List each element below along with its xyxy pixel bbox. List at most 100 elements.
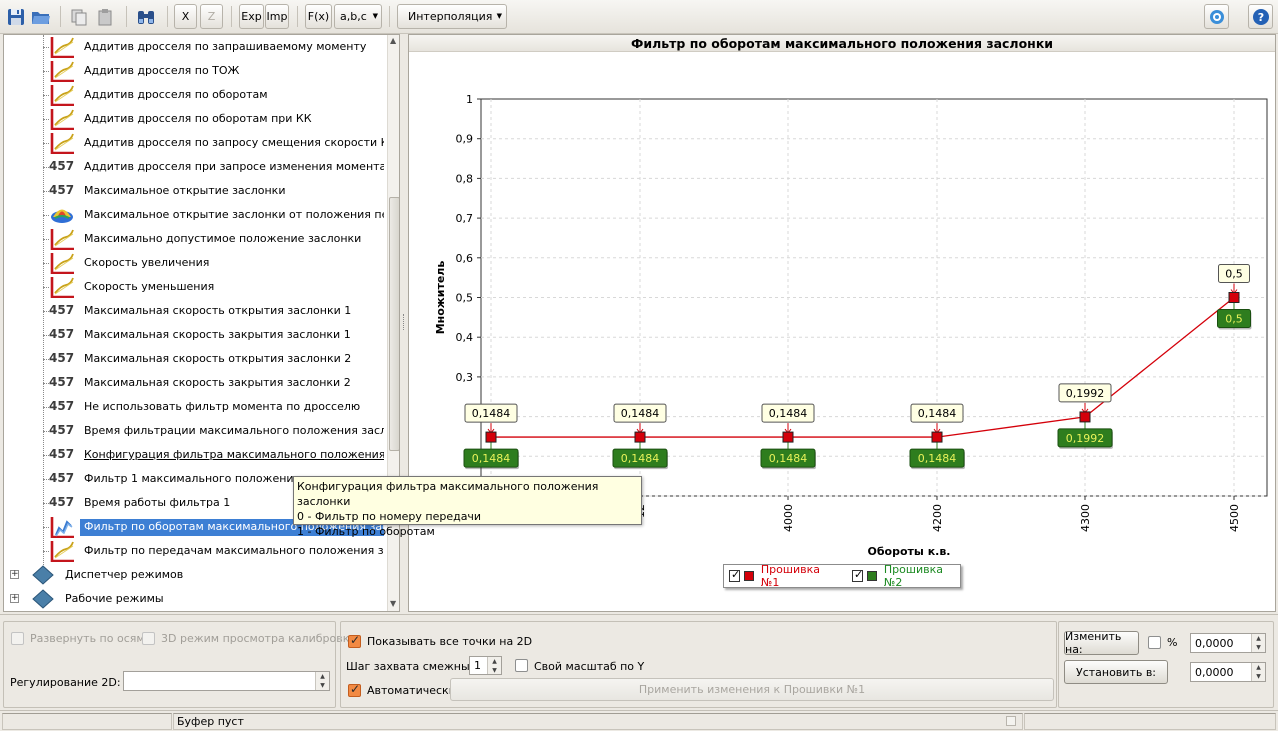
show-all-points-checkbox[interactable]	[348, 633, 361, 648]
set-to-button[interactable]: Установить в:	[1064, 660, 1168, 684]
tree-item[interactable]: 457 Максимальная скорость закрытия заслон…	[4, 371, 384, 395]
tree-item-label: Фильтр по передачам максимального положе…	[84, 544, 384, 557]
open-folder-icon[interactable]	[29, 4, 53, 29]
series1-legend-marker	[744, 571, 754, 581]
interpolation-dropdown[interactable]: Интерполяция ▼	[397, 4, 507, 29]
chevron-down-icon: ▼	[372, 12, 378, 20]
y-tick-label: 0,3	[456, 371, 474, 384]
z-axis-button[interactable]: Z	[200, 4, 223, 29]
tree-item[interactable]: 457 Не использовать фильтр момента по дро…	[4, 395, 384, 419]
diamond-icon	[32, 565, 54, 585]
change-value-spinner[interactable]: 0,0000 ▲ ▼	[1190, 633, 1266, 653]
save-icon[interactable]	[4, 4, 28, 29]
series2-data-label: 0,1484	[918, 452, 957, 465]
series1-data-label: 0,1484	[918, 407, 957, 420]
bottom-panel: Развернуть по осям 3D режим просмотра ка…	[0, 614, 1278, 709]
curve-icon	[50, 277, 74, 298]
curve-icon	[50, 109, 74, 130]
expand-icon[interactable]: +	[10, 570, 19, 579]
value-edit-group: Изменить на: % 0,0000 ▲ ▼ Установить в: 0…	[1058, 621, 1274, 708]
tree-item[interactable]: Аддитив дросселя по запрашиваемому момен…	[4, 35, 384, 59]
series2-data-label: 0,1992	[1066, 432, 1105, 445]
scroll-down-icon[interactable]: ▼	[390, 599, 396, 608]
chart-title-bar: Фильтр по оборотам максимального положен…	[409, 35, 1275, 52]
tree-item[interactable]: Аддитив дросселя по ТОЖ	[4, 59, 384, 83]
series2-visibility-checkbox[interactable]	[852, 568, 864, 582]
constant-icon: 457	[49, 495, 75, 509]
function-button[interactable]: F(x)	[305, 4, 332, 29]
tree-item-label: Аддитив дросселя по запрашиваемому момен…	[84, 40, 367, 53]
tree-item[interactable]: 457 Время фильтрации максимального положе…	[4, 419, 384, 443]
status-bar: Буфер пуст	[0, 710, 1278, 731]
chart-title: Фильтр по оборотам максимального положен…	[630, 36, 1054, 51]
constant-icon: 457	[49, 423, 75, 437]
tree-item-label: Не использовать фильтр момента по дроссе…	[84, 400, 361, 413]
tree-item[interactable]: 457 Конфигурация фильтра максимального по…	[4, 443, 384, 467]
own-scale-y-checkbox[interactable]	[515, 659, 528, 672]
chevron-down-icon: ▼	[496, 12, 502, 20]
series1-data-label: 0,1992	[1066, 387, 1105, 400]
y-tick-label: 0,5	[456, 292, 474, 305]
constant-icon: 457	[49, 351, 75, 365]
series1-visibility-checkbox[interactable]	[729, 568, 741, 582]
tree-item-label: Время фильтрации максимального положения…	[84, 424, 384, 437]
tree-item-label: Аддитив дросселя по ТОЖ	[84, 64, 240, 77]
mode-3d-checkbox[interactable]	[142, 632, 155, 645]
export-button[interactable]: Exp	[239, 4, 264, 29]
svg-text:?: ?	[1257, 11, 1263, 24]
constant-icon: 457	[49, 327, 75, 341]
tree-item[interactable]: 457 Максимальное открытие заслонки	[4, 179, 384, 203]
snap-step-spinner[interactable]: 1 ▲ ▼	[469, 656, 502, 675]
spinner-arrows-icon[interactable]: ▲ ▼	[315, 672, 329, 690]
x-axis-button[interactable]: X	[174, 4, 197, 29]
tree-item[interactable]: Аддитив дросселя по оборотам	[4, 83, 384, 107]
series2-data-label: 0,1484	[621, 452, 660, 465]
tree-item[interactable]: 457 Максимальная скорость открытия заслон…	[4, 347, 384, 371]
expand-icon[interactable]: +	[10, 594, 19, 603]
curve-icon	[50, 541, 74, 562]
y-tick-label: 0,4	[456, 331, 474, 344]
tree-item-label: Конфигурация фильтра максимального полож…	[84, 448, 384, 461]
regulation-2d-select[interactable]: ▲ ▼	[123, 671, 330, 691]
apply-changes-button[interactable]: Применить изменения к Прошивки №1	[450, 678, 1054, 701]
tree-item[interactable]: Скорость уменьшения	[4, 275, 384, 299]
scroll-up-icon[interactable]: ▲	[390, 36, 396, 45]
tree-item[interactable]: Максимально допустимое положение заслонк…	[4, 227, 384, 251]
tree-item[interactable]: 457 Аддитив дросселя при запросе изменени…	[4, 155, 384, 179]
spinner-arrows-icon[interactable]: ▲ ▼	[1251, 663, 1265, 681]
import-button[interactable]: Imp	[265, 4, 289, 29]
tree-item[interactable]: Максимальное открытие заслонки от положе…	[4, 203, 384, 227]
expand-axes-checkbox[interactable]	[11, 632, 24, 645]
percent-checkbox[interactable]	[1148, 636, 1161, 649]
set-value-spinner[interactable]: 0,0000 ▲ ▼	[1190, 662, 1266, 682]
tree-item[interactable]: Аддитив дросселя по оборотам при КК	[4, 107, 384, 131]
curve-icon	[50, 37, 74, 58]
tree-item-label: Максимальное открытие заслонки	[84, 184, 286, 197]
binoculars-icon[interactable]	[134, 4, 158, 29]
constant-icon: 457	[49, 159, 75, 173]
series1-point	[1079, 411, 1091, 423]
x-tick-label: 4000	[782, 504, 795, 532]
help-icon[interactable]: ?	[1248, 4, 1273, 29]
abc-dropdown[interactable]: a,b,c ▼	[334, 4, 382, 29]
tree-item[interactable]: 457 Максимальная скорость закрытия заслон…	[4, 323, 384, 347]
tree-item[interactable]: Скорость увеличения	[4, 251, 384, 275]
auto-apply-checkbox[interactable]	[348, 682, 361, 697]
tree-category-work-modes[interactable]: + Рабочие режимы	[4, 587, 384, 611]
scroll-thumb[interactable]	[389, 197, 399, 451]
tree-item[interactable]: Аддитив дросселя по запросу смещения ско…	[4, 131, 384, 155]
tree-item[interactable]: 457 Максимальная скорость открытия заслон…	[4, 299, 384, 323]
toolbar: X Z Exp Imp F(x) a,b,c ▼ Интерполяция ▼ …	[0, 0, 1278, 34]
series1-data-label: 0,1484	[472, 407, 511, 420]
x-tick-label: 4200	[931, 504, 944, 532]
copy-icon[interactable]	[67, 4, 91, 29]
tree-category-mode-dispatcher[interactable]: + Диспетчер режимов	[4, 563, 384, 587]
spinner-arrows-icon[interactable]: ▲ ▼	[487, 657, 501, 674]
spinner-arrows-icon[interactable]: ▲ ▼	[1251, 634, 1265, 652]
change-by-button[interactable]: Изменить на:	[1064, 630, 1139, 656]
x-tick-label: 4300	[1079, 504, 1092, 532]
curve-icon	[50, 253, 74, 274]
settings-icon[interactable]	[1204, 4, 1229, 29]
tree-item[interactable]: Фильтр по передачам максимального положе…	[4, 539, 384, 563]
paste-icon[interactable]	[93, 4, 117, 29]
